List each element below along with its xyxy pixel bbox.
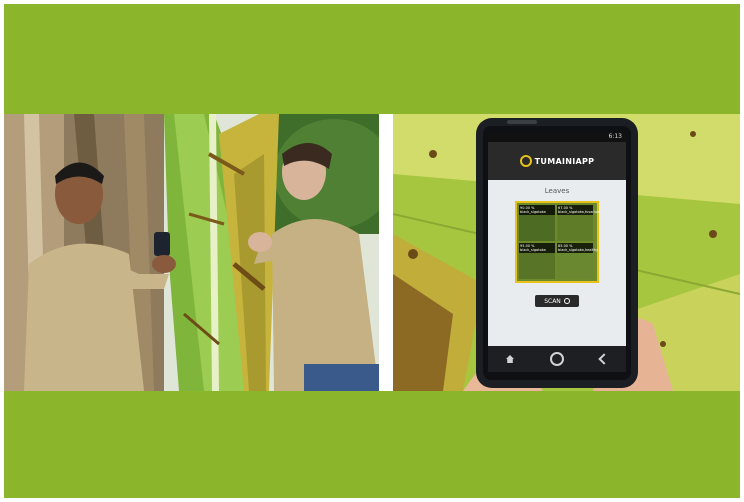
researchers-photo bbox=[4, 114, 379, 391]
scan-label: SCAN bbox=[544, 297, 561, 305]
result-label: black_sigatoka bbox=[520, 248, 546, 252]
app-brand: TUMAINIAPP bbox=[534, 156, 595, 166]
camera-icon[interactable] bbox=[550, 352, 564, 366]
app-header: TUMAINIAPP bbox=[488, 142, 626, 180]
result-label: black_sigatoka,fusarium bbox=[558, 210, 601, 214]
back-icon[interactable] bbox=[598, 353, 610, 365]
result-label: black_sigatoka,healthy bbox=[558, 248, 599, 252]
photo-divider bbox=[379, 114, 393, 391]
app-logo-icon bbox=[519, 155, 532, 167]
home-icon[interactable] bbox=[506, 355, 514, 363]
result-cell[interactable]: 85.00 % black_sigatoka,healthy bbox=[557, 243, 599, 279]
result-cell[interactable]: 90.00 % black_sigatoka bbox=[519, 205, 555, 241]
section-label: Leaves bbox=[544, 187, 570, 195]
status-bar: 6:13 bbox=[488, 132, 626, 142]
results-grid: 90.00 % black_sigatoka 67.00 % black_sig… bbox=[515, 201, 601, 283]
app-photo: 6:13 TUMAINIAPP Leaves 90.00 % black_sig… bbox=[393, 114, 740, 391]
result-label: black_sigatoka bbox=[520, 210, 546, 214]
phone-screen: 6:13 TUMAINIAPP Leaves 90.00 % black_sig… bbox=[488, 132, 626, 372]
search-icon bbox=[563, 298, 570, 304]
result-cell[interactable]: 95.00 % black_sigatoka bbox=[519, 243, 555, 279]
status-time: 6:13 bbox=[608, 133, 622, 140]
result-cell[interactable]: 67.00 % black_sigatoka,fusarium bbox=[557, 205, 601, 241]
scan-button[interactable]: SCAN bbox=[535, 295, 579, 307]
bottom-nav bbox=[488, 346, 626, 372]
